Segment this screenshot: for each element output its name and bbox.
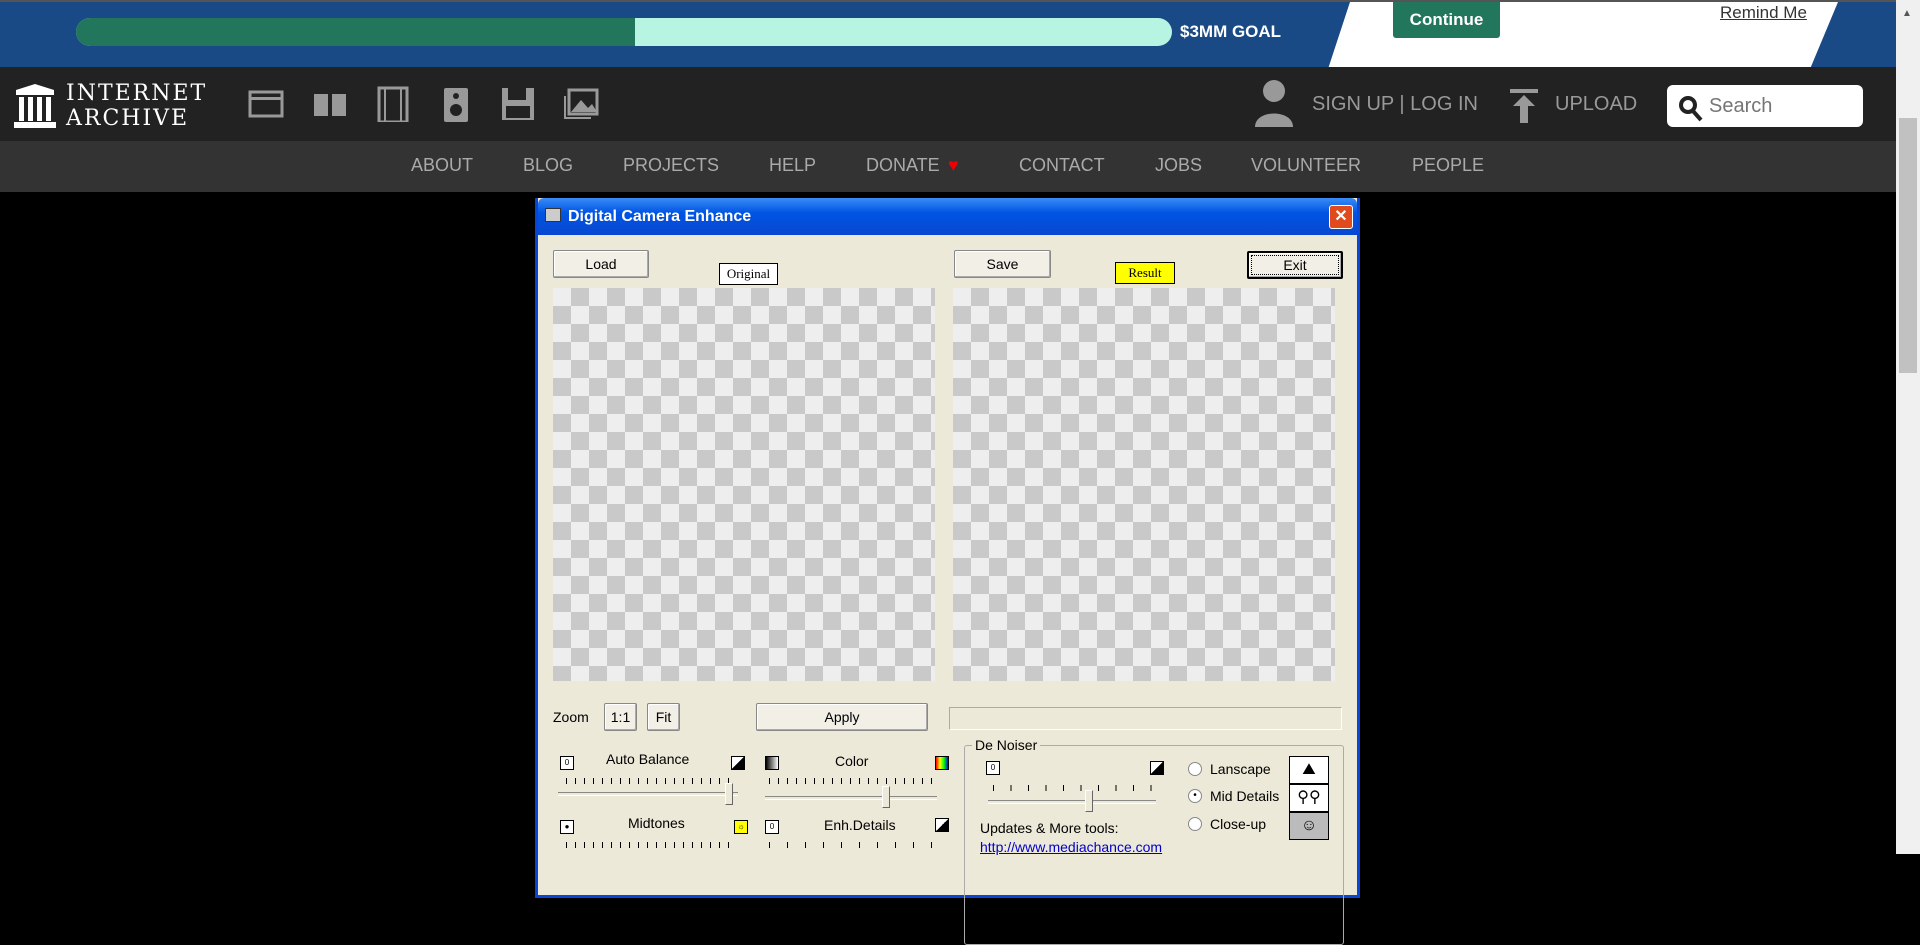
load-button[interactable]: Load	[553, 250, 649, 278]
result-label: Result	[1115, 262, 1175, 284]
color-label: Color	[835, 753, 869, 769]
color-min-icon	[765, 756, 779, 770]
menu-donate[interactable]: DONATE	[866, 155, 940, 176]
landscape-label[interactable]: Lanscape	[1210, 761, 1271, 777]
save-button[interactable]: Save	[954, 250, 1051, 278]
enh-details-max-icon	[935, 818, 949, 832]
upload-link[interactable]: UPLOAD	[1555, 93, 1637, 116]
exit-button[interactable]: Exit	[1247, 251, 1343, 279]
upload-icon[interactable]	[1510, 89, 1538, 123]
heart-icon: ♥	[948, 155, 959, 175]
signup-login-link[interactable]: SIGN UP | LOG IN	[1312, 93, 1478, 116]
denoiser-label: De Noiser	[972, 737, 1041, 753]
archive-building-icon	[14, 84, 56, 128]
mid-details-radio[interactable]: •	[1188, 789, 1202, 803]
denoiser-max-icon	[1150, 761, 1164, 775]
menu-about[interactable]: ABOUT	[411, 155, 473, 176]
window-title-bar[interactable]: Digital Camera Enhance	[538, 198, 1357, 235]
menu-contact[interactable]: CONTACT	[1019, 155, 1105, 176]
menu-volunteer[interactable]: VOLUNTEER	[1251, 155, 1361, 176]
landscape-radio[interactable]	[1188, 762, 1202, 776]
original-image-panel	[553, 288, 935, 681]
donation-banner: $3MM GOAL Continue Remind Me	[0, 0, 1896, 67]
texts-icon[interactable]	[312, 86, 348, 122]
midtones-label: Midtones	[628, 815, 685, 831]
denoiser-ticks	[993, 785, 1153, 791]
menu-blog[interactable]: BLOG	[523, 155, 573, 176]
zoom-1-1-button[interactable]: 1:1	[604, 703, 637, 731]
enh-details-ticks	[769, 842, 932, 848]
mid-details-label[interactable]: Mid Details	[1210, 788, 1279, 804]
auto-balance-slider[interactable]	[558, 792, 738, 796]
denoiser-thumb[interactable]	[1085, 790, 1093, 812]
auto-balance-thumb[interactable]	[725, 783, 733, 805]
auto-balance-label: Auto Balance	[606, 751, 690, 767]
denoiser-slider[interactable]	[988, 800, 1156, 804]
auto-balance-min-icon: 0	[560, 756, 574, 770]
web-icon[interactable]	[248, 86, 284, 122]
color-ticks	[769, 778, 932, 784]
menu-projects[interactable]: PROJECTS	[623, 155, 719, 176]
logo[interactable]: INTERNET ARCHIVE	[14, 81, 207, 131]
enh-details-label: Enh.Details	[824, 817, 896, 833]
auto-balance-max-icon	[731, 756, 745, 770]
zoom-fit-button[interactable]: Fit	[647, 703, 680, 731]
color-thumb[interactable]	[882, 786, 891, 808]
midtones-ticks	[566, 842, 729, 848]
denoiser-min-icon: 0	[986, 761, 1000, 775]
enh-details-min-icon: 0	[765, 820, 779, 834]
secondary-menu: ABOUT BLOG PROJECTS HELP DONATE ♥ CONTAC…	[0, 141, 1896, 192]
menu-help[interactable]: HELP	[769, 155, 816, 176]
remind-me-link[interactable]: Remind Me	[1720, 3, 1807, 23]
menu-people[interactable]: PEOPLE	[1412, 155, 1484, 176]
user-icon[interactable]	[1253, 79, 1295, 127]
midtones-max-icon: ☼	[734, 820, 748, 834]
scrollbar-thumb[interactable]	[1899, 118, 1917, 373]
color-slider[interactable]	[765, 796, 937, 800]
logo-line-2: ARCHIVE	[66, 106, 190, 131]
midtones-min-icon: ●	[560, 820, 574, 834]
video-icon[interactable]	[375, 86, 411, 122]
close-up-radio[interactable]	[1188, 817, 1202, 831]
search-icon	[1679, 96, 1703, 122]
close-icon[interactable]: ✕	[1329, 205, 1353, 229]
progress-field	[949, 707, 1342, 730]
software-icon[interactable]	[500, 86, 536, 122]
original-label: Original	[719, 263, 778, 285]
top-nav: INTERNET ARCHIVE SIGN UP | LOG IN UPLOAD	[0, 67, 1896, 141]
goal-label: $3MM GOAL	[1180, 22, 1282, 41]
close-up-label[interactable]: Close-up	[1210, 816, 1266, 832]
result-image-panel	[953, 288, 1335, 681]
close-up-icon: ☺	[1289, 812, 1329, 840]
mediachance-link[interactable]: http://www.mediachance.com	[980, 839, 1162, 855]
dce-window: Digital Camera Enhance ✕ Load Original S…	[535, 198, 1360, 945]
audio-icon[interactable]	[438, 86, 474, 122]
updates-label: Updates & More tools:	[980, 820, 1119, 836]
landscape-icon: ⛰	[1289, 756, 1329, 784]
logo-line-1: INTERNET	[66, 81, 208, 106]
zoom-label: Zoom	[553, 709, 589, 725]
auto-balance-ticks	[566, 778, 729, 784]
color-max-icon	[935, 756, 949, 770]
apply-button[interactable]: Apply	[756, 703, 928, 731]
menu-jobs[interactable]: JOBS	[1155, 155, 1202, 176]
app-icon	[545, 208, 561, 222]
mid-details-icon: ⚲⚲	[1289, 784, 1329, 812]
donation-progress-fill	[76, 18, 635, 46]
continue-button[interactable]: Continue	[1393, 2, 1500, 38]
scroll-up-icon[interactable]: ▲	[1902, 8, 1912, 19]
images-icon[interactable]	[563, 86, 599, 122]
page-scrollbar[interactable]: ▲	[1896, 0, 1920, 854]
donation-progress-bar	[76, 18, 1172, 46]
